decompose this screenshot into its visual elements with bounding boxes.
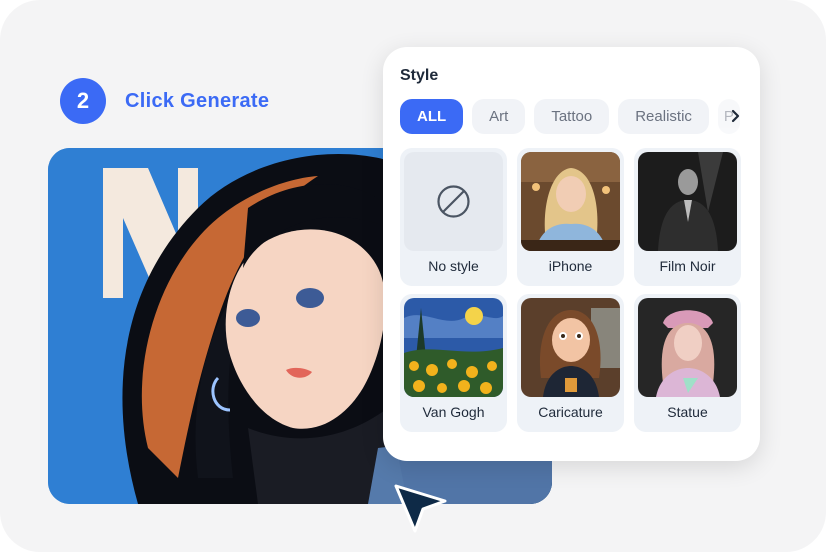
style-label: Film Noir bbox=[659, 258, 716, 274]
no-style-thumb bbox=[404, 152, 503, 251]
panel-title: Style bbox=[400, 67, 439, 84]
tab-tattoo[interactable]: Tattoo bbox=[534, 99, 610, 134]
step-indicator: 2 Click Generate bbox=[60, 78, 269, 124]
film-noir-thumb bbox=[638, 152, 737, 251]
mouse-pointer-icon bbox=[389, 479, 451, 546]
step-label: Click Generate bbox=[125, 89, 270, 112]
tab-realistic[interactable]: Realistic bbox=[618, 99, 709, 134]
style-grid: No style iPhone Film Noir Van Gogh Caric… bbox=[400, 148, 741, 432]
iphone-thumb bbox=[521, 152, 620, 251]
style-label: iPhone bbox=[548, 258, 593, 274]
tab-art[interactable]: Art bbox=[472, 99, 526, 134]
tab-all[interactable]: ALL bbox=[400, 99, 464, 134]
style-card-caricature[interactable]: Caricature bbox=[517, 294, 624, 432]
style-label: Caricature bbox=[538, 404, 603, 420]
no-style-icon bbox=[437, 185, 470, 218]
style-card-film-noir[interactable]: Film Noir bbox=[634, 148, 741, 286]
style-label: No style bbox=[428, 258, 479, 274]
statue-thumb bbox=[638, 298, 737, 397]
style-card-iphone[interactable]: iPhone bbox=[517, 148, 624, 286]
caricature-thumb bbox=[521, 298, 620, 397]
style-label: Van Gogh bbox=[422, 404, 485, 420]
style-picker-panel: Style ALL Art Tattoo Realistic P No styl… bbox=[383, 47, 760, 461]
style-card-statue[interactable]: Statue bbox=[634, 294, 741, 432]
chevron-right-icon[interactable] bbox=[728, 107, 744, 125]
style-card-no-style[interactable]: No style bbox=[400, 148, 507, 286]
style-card-van-gogh[interactable]: Van Gogh bbox=[400, 294, 507, 432]
van-gogh-thumb bbox=[404, 298, 503, 397]
step-number-badge: 2 bbox=[60, 78, 106, 124]
style-category-tabs: ALL Art Tattoo Realistic P bbox=[400, 99, 740, 134]
style-label: Statue bbox=[667, 404, 708, 420]
